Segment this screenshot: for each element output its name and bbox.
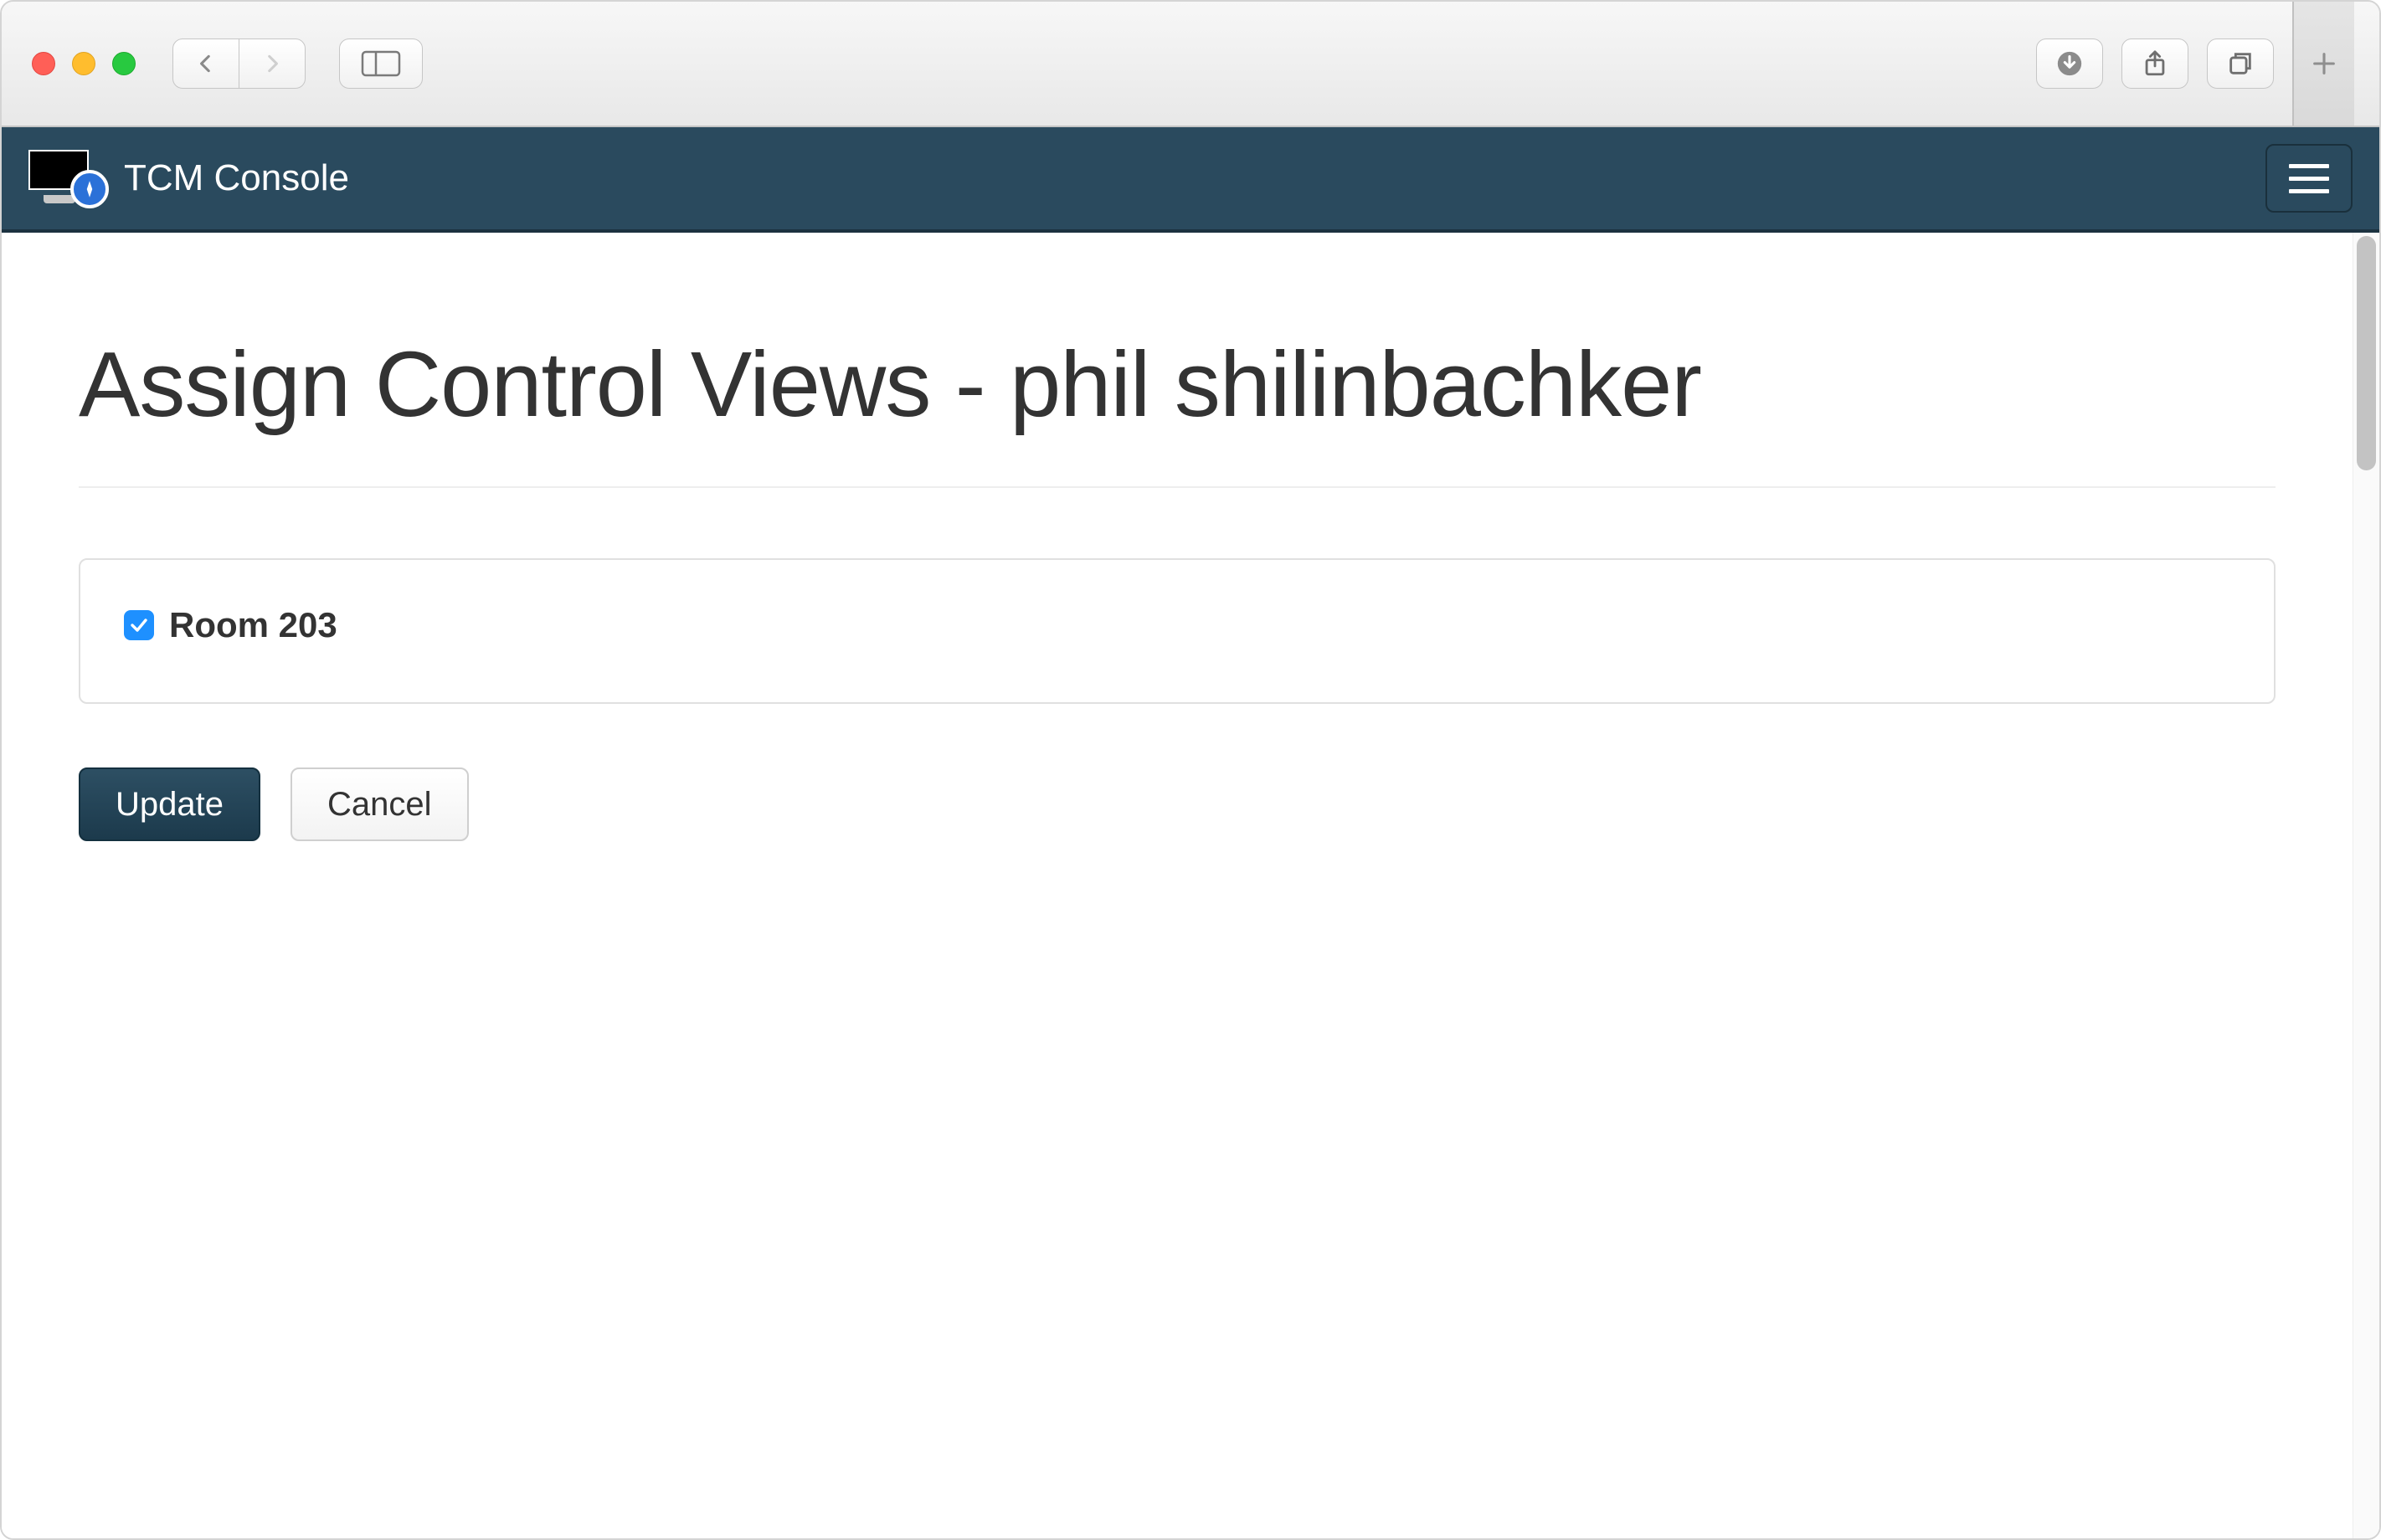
share-button[interactable] [2121, 38, 2188, 89]
room-option-row: Room 203 [124, 605, 2230, 645]
tabs-icon [2226, 49, 2255, 78]
update-button-label: Update [116, 786, 224, 824]
checkmark-icon [129, 615, 149, 635]
fullscreen-window-button[interactable] [112, 52, 136, 75]
page-title: Assign Control Views - phil shilinbachke… [79, 333, 2276, 436]
download-icon [2055, 49, 2084, 78]
brand[interactable]: TCM Console [28, 148, 349, 208]
cancel-button[interactable]: Cancel [291, 767, 469, 841]
update-button[interactable]: Update [79, 767, 260, 841]
tabs-button[interactable] [2207, 38, 2274, 89]
downloads-button[interactable] [2036, 38, 2103, 89]
minimize-window-button[interactable] [72, 52, 95, 75]
viewport: Assign Control Views - phil shilinbachke… [2, 233, 2379, 1538]
brand-title: TCM Console [124, 157, 349, 199]
browser-window: TCM Console Assign Control Views - phil … [0, 0, 2381, 1540]
scrollbar-thumb[interactable] [2357, 236, 2376, 470]
forward-button[interactable] [239, 38, 306, 89]
menu-toggle-button[interactable] [2265, 144, 2353, 213]
sidebar-icon [361, 50, 401, 77]
cancel-button-label: Cancel [327, 786, 432, 824]
chevron-left-icon [195, 49, 217, 79]
brand-logo-icon [28, 148, 109, 208]
page-content: Assign Control Views - phil shilinbachke… [2, 233, 2353, 1538]
hamburger-icon [2289, 164, 2329, 168]
chevron-right-icon [261, 49, 283, 79]
window-controls [32, 52, 136, 75]
sidebar-toggle-button[interactable] [339, 38, 423, 89]
rooms-panel: Room 203 [79, 558, 2276, 704]
action-buttons: Update Cancel [79, 767, 2276, 841]
back-button[interactable] [172, 38, 239, 89]
share-icon [2141, 49, 2169, 78]
nav-button-group [172, 38, 306, 89]
vertical-scrollbar[interactable] [2353, 233, 2379, 1538]
new-tab-button[interactable] [2292, 2, 2354, 126]
app-navbar: TCM Console [2, 127, 2379, 233]
room-label: Room 203 [169, 605, 337, 645]
plus-icon [2310, 49, 2338, 78]
browser-chrome [2, 2, 2379, 127]
close-window-button[interactable] [32, 52, 55, 75]
room-checkbox[interactable] [124, 610, 154, 640]
divider [79, 486, 2276, 488]
